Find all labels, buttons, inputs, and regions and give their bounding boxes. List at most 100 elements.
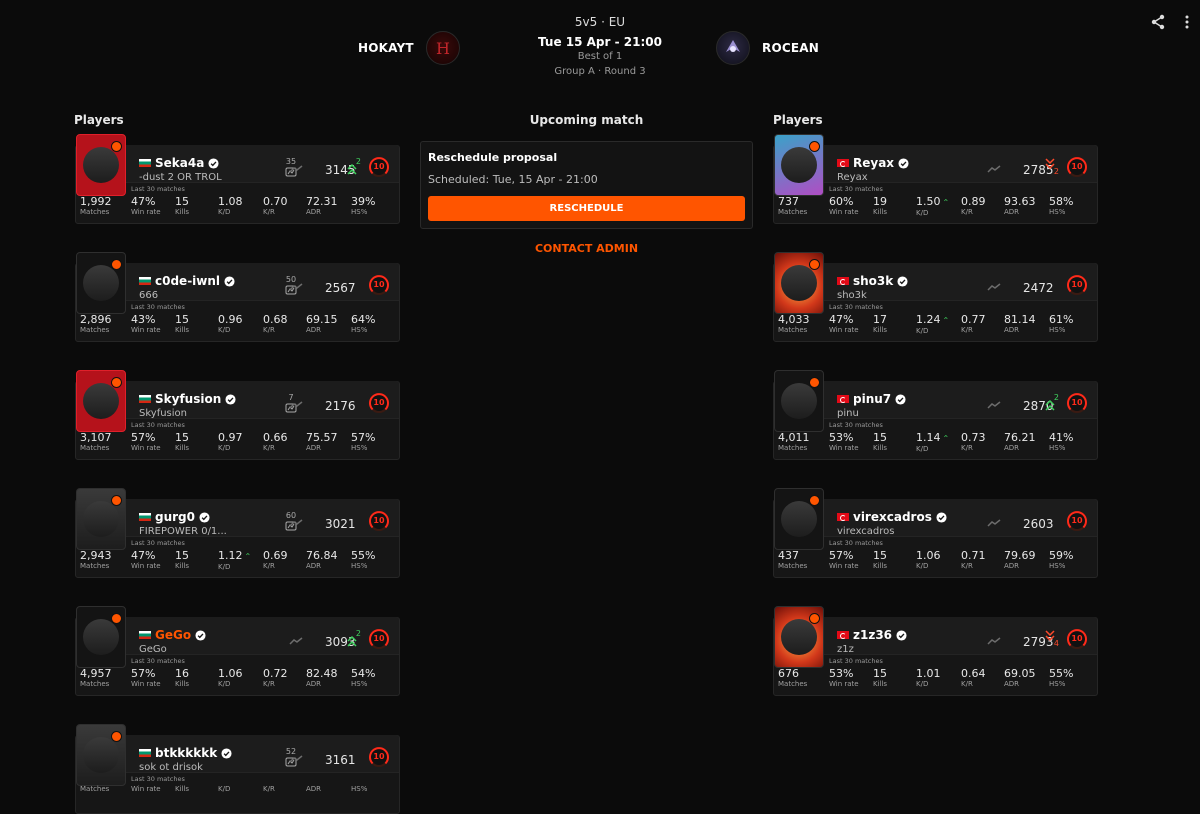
stat-label: Win rate (829, 680, 859, 688)
stat-value: 1.50 ⌃ (916, 195, 949, 209)
contact-admin-link[interactable]: CONTACT ADMIN (420, 242, 753, 255)
team-left-name[interactable]: HOKAYT (358, 41, 414, 55)
stat-number: 0.66 (263, 431, 288, 444)
player-card[interactable]: Skyfusion Skyfusion 7 2176 10 Last 30 matches… (75, 370, 400, 460)
stat-label: Matches (80, 680, 110, 688)
trend-icon (289, 401, 303, 409)
player-card[interactable]: Seka4a -dust 2 OR TROL 35 3145 2 10 Last 30 ma… (75, 134, 400, 224)
stat-value: 1.24 ⌃ (916, 313, 949, 327)
stat-hs: 55% HS% (1049, 667, 1073, 689)
stat-number: 93.63 (1004, 195, 1036, 208)
player-name[interactable]: sho3k (853, 274, 893, 288)
avatar[interactable] (774, 370, 824, 432)
elo-value: 2567 (325, 281, 356, 295)
stat-number: 4,957 (80, 667, 112, 680)
stat-label: Win rate (829, 444, 859, 452)
verified-icon (221, 747, 232, 759)
stat-number: 0.70 (263, 195, 288, 208)
player-card[interactable]: sho3k sho3k 2472 10 Last 30 matches 4,033 Matc… (773, 252, 1098, 342)
player-card[interactable]: z1z36 z1z 2793 4 10 Last 30 matches 676 Matches… (773, 606, 1098, 696)
team-right-logo[interactable] (716, 31, 750, 65)
stat-label: K/D (916, 562, 929, 570)
player-name[interactable]: GeGo (155, 628, 191, 642)
avatar[interactable] (76, 724, 126, 786)
skill-level-value: 10 (373, 162, 385, 171)
skill-level-icon: 10 (368, 274, 390, 296)
stat-kr: 0.73 K/R (961, 431, 986, 453)
stat-value: 76.21 (1004, 431, 1036, 444)
stat-win_rate: 43% Win rate (131, 313, 161, 335)
verified-icon (896, 629, 907, 641)
avatar[interactable] (774, 134, 824, 196)
stat-hs: 39% HS% (351, 195, 375, 217)
team-right-name[interactable]: ROCEAN (762, 41, 819, 55)
stat-number: 61% (1049, 313, 1074, 326)
more-vertical-icon[interactable] (1184, 14, 1190, 30)
stat-value: 15 (873, 667, 887, 680)
player-card[interactable]: c0de-iwnl 666 50 2567 10 Last 30 matches 2,896… (75, 252, 400, 342)
stat-matches: 3,107 Matches (80, 431, 112, 453)
stat-label: K/R (263, 208, 275, 216)
stat-number: 737 (778, 195, 799, 208)
player-nickname: Skyfusion (139, 408, 188, 419)
stat-win_rate: 47% Win rate (131, 549, 161, 571)
stat-value: 76.84 (306, 549, 338, 562)
avatar[interactable] (76, 606, 126, 668)
player-card[interactable]: gurg0 FIREPOWER 0/1... 60 3021 10 Last 30 mat… (75, 488, 400, 578)
player-name[interactable]: gurg0 (155, 510, 195, 524)
stat-hs: 41% HS% (1049, 431, 1073, 453)
player-nickname: pinu (837, 408, 859, 419)
player-name[interactable]: Reyax (853, 156, 894, 170)
player-name[interactable]: pinu7 (853, 392, 891, 406)
player-card[interactable]: virexcadros virexcadros 2603 10 Last 30 matc… (773, 488, 1098, 578)
stat-win_rate: 53% Win rate (829, 431, 859, 453)
skill-level-icon: 10 (368, 746, 390, 768)
avatar[interactable] (774, 606, 824, 668)
avatar[interactable] (76, 252, 126, 314)
stat-label: ADR (1004, 680, 1020, 688)
player-card[interactable]: Reyax Reyax 2785 2 10 Last 30 matches 737 Match… (773, 134, 1098, 224)
team-left-logo[interactable]: H (426, 31, 460, 65)
country-flag-icon (139, 159, 151, 167)
player-name[interactable]: btkkkkkk (155, 746, 217, 760)
avatar[interactable] (76, 488, 126, 550)
premium-badge-icon (111, 141, 122, 152)
player-nickname: Reyax (837, 172, 868, 183)
player-card[interactable]: GeGo GeGo 3093 2 10 Last 30 matches 4,957 Match… (75, 606, 400, 696)
verified-icon (224, 275, 235, 287)
player-card[interactable]: pinu7 pinu 2870 2 10 Last 30 matches 4,011 Matc… (773, 370, 1098, 460)
stat-number: 47% (131, 549, 156, 562)
stats-caption: Last 30 matches (829, 185, 883, 193)
player-card[interactable]: btkkkkkk sok ot drisok 52 3161 10 Last 30 mat… (75, 724, 400, 814)
stat-value: 15 (175, 195, 189, 208)
stat-number: 1.50 (916, 195, 941, 208)
player-name[interactable]: z1z36 (853, 628, 892, 642)
share-icon[interactable] (1150, 14, 1166, 30)
stat-number: 0.68 (263, 313, 288, 326)
premium-badge-icon (111, 613, 122, 624)
stat-label: Win rate (829, 562, 859, 570)
premium-badge-icon (111, 377, 122, 388)
stat-value: 69.05 (1004, 667, 1036, 680)
skill-level-icon: 10 (368, 628, 390, 650)
avatar[interactable] (76, 370, 126, 432)
avatar[interactable] (774, 488, 824, 550)
stat-number: 16 (175, 667, 189, 680)
avatar-image (781, 383, 817, 419)
stat-value: 57% (131, 431, 161, 444)
stats-caption: Last 30 matches (829, 539, 883, 547)
stat-kd: 1.14 ⌃ K/D (916, 431, 949, 454)
stat-kd: 1.50 ⌃ K/D (916, 195, 949, 218)
avatar[interactable] (774, 252, 824, 314)
stat-number: 55% (351, 549, 376, 562)
player-name[interactable]: virexcadros (853, 510, 932, 524)
avatar-image (781, 265, 817, 301)
stat-adr: 81.14 ADR (1004, 313, 1036, 335)
stat-value: 16 (175, 667, 189, 680)
chevron-down-icon (1045, 630, 1055, 642)
player-name[interactable]: c0de-iwnl (155, 274, 220, 288)
player-name[interactable]: Seka4a (155, 156, 204, 170)
player-name[interactable]: Skyfusion (155, 392, 221, 406)
reschedule-button[interactable]: RESCHEDULE (428, 196, 745, 221)
avatar[interactable] (76, 134, 126, 196)
